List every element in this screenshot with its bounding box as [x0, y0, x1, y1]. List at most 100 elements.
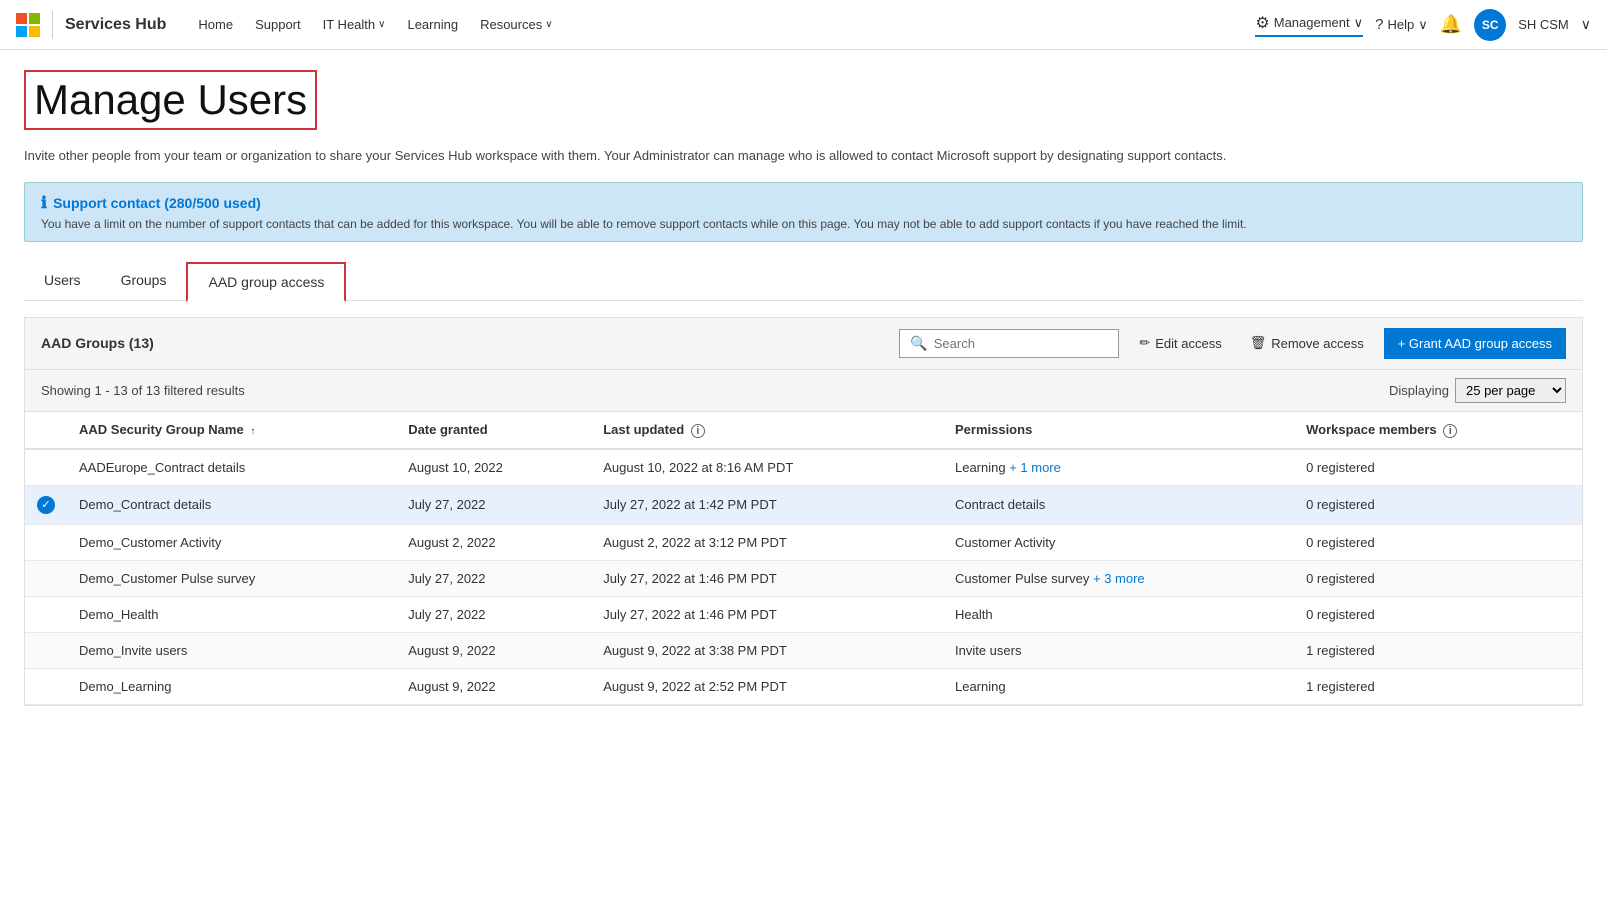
row-select-cell[interactable]: ✓ [25, 485, 67, 524]
last-updated-cell: August 9, 2022 at 2:52 PM PDT [591, 668, 943, 704]
table-row: ✓Demo_Contract detailsJuly 27, 2022July … [25, 485, 1582, 524]
logo-area: Services Hub [16, 11, 166, 39]
edit-access-button[interactable]: ✏ Edit access [1131, 331, 1229, 355]
col-last-updated: Last updated i [591, 412, 943, 449]
page-description: Invite other people from your team or or… [24, 146, 1583, 166]
nav-learning[interactable]: Learning [399, 13, 466, 36]
permissions-link[interactable]: + 3 more [1093, 571, 1145, 586]
main-content: Manage Users Invite other people from yo… [0, 50, 1607, 726]
last-updated-cell: August 2, 2022 at 3:12 PM PDT [591, 524, 943, 560]
tab-aad-group-access[interactable]: AAD group access [186, 262, 346, 302]
col-permissions: Permissions [943, 412, 1294, 449]
permissions-cell: Invite users [943, 632, 1294, 668]
aad-groups-table: AAD Security Group Name ↑ Date granted L… [25, 412, 1582, 705]
selected-checkbox[interactable]: ✓ [37, 496, 55, 514]
ithealth-chevron: ∨ [378, 19, 385, 30]
table-row: Demo_Customer ActivityAugust 2, 2022Augu… [25, 524, 1582, 560]
nav-support[interactable]: Support [247, 13, 309, 36]
user-chevron: ∨ [1581, 16, 1591, 33]
help-icon: ? [1375, 16, 1383, 33]
microsoft-logo [16, 13, 40, 37]
toolbar: AAD Groups (13) 🔍 ✏ Edit access 🗑 Remove… [24, 317, 1583, 369]
support-banner-text: You have a limit on the number of suppor… [41, 217, 1566, 231]
info-circle-icon: ℹ [41, 193, 47, 213]
workspace-members-info-icon[interactable]: i [1443, 424, 1457, 438]
username: SH CSM [1518, 17, 1569, 32]
management-label: Management [1274, 15, 1350, 30]
last-updated-info-icon[interactable]: i [691, 424, 705, 438]
grant-aad-group-access-button[interactable]: + Grant AAD group access [1384, 328, 1566, 359]
group-name-cell: AADEurope_Contract details [67, 449, 396, 486]
help-label: Help [1388, 17, 1415, 32]
search-box[interactable]: 🔍 [899, 329, 1119, 358]
last-updated-cell: July 27, 2022 at 1:46 PM PDT [591, 596, 943, 632]
results-bar-right: Displaying 25 per page 50 per page 100 p… [1389, 378, 1566, 403]
page-title: Manage Users [34, 76, 307, 124]
table-header-row: AAD Security Group Name ↑ Date granted L… [25, 412, 1582, 449]
group-name-cell: Demo_Invite users [67, 632, 396, 668]
group-name-cell: Demo_Customer Activity [67, 524, 396, 560]
avatar-initials: SC [1482, 18, 1499, 32]
sort-asc-icon: ↑ [250, 426, 255, 437]
date-granted-cell: August 10, 2022 [396, 449, 591, 486]
table-row: Demo_Customer Pulse surveyJuly 27, 2022J… [25, 560, 1582, 596]
workspace-members-cell: 0 registered [1294, 596, 1582, 632]
permissions-cell: Learning [943, 668, 1294, 704]
header-right: ⚙ Management ∨ ? Help ∨ 🔔 SC SH CSM ∨ [1255, 9, 1591, 41]
date-granted-cell: July 27, 2022 [396, 485, 591, 524]
nav-resources[interactable]: Resources ∨ [472, 13, 560, 36]
brand-name: Services Hub [65, 16, 166, 34]
date-granted-cell: August 9, 2022 [396, 632, 591, 668]
date-granted-cell: August 2, 2022 [396, 524, 591, 560]
workspace-members-cell: 0 registered [1294, 449, 1582, 486]
nav-ithealth[interactable]: IT Health ∨ [315, 13, 394, 36]
select-all-column [25, 412, 67, 449]
avatar[interactable]: SC [1474, 9, 1506, 41]
remove-access-button[interactable]: 🗑 Remove access [1242, 331, 1372, 355]
nav-home[interactable]: Home [190, 13, 241, 36]
header: Services Hub Home Support IT Health ∨ Le… [0, 0, 1607, 50]
permissions-cell: Health [943, 596, 1294, 632]
resources-chevron: ∨ [545, 19, 552, 30]
permissions-cell: Customer Pulse survey + 3 more [943, 560, 1294, 596]
row-select-cell[interactable] [25, 560, 67, 596]
last-updated-cell: July 27, 2022 at 1:46 PM PDT [591, 560, 943, 596]
permissions-link[interactable]: + 1 more [1009, 460, 1061, 475]
row-select-cell[interactable] [25, 632, 67, 668]
permissions-cell: Contract details [943, 485, 1294, 524]
table-row: Demo_HealthJuly 27, 2022July 27, 2022 at… [25, 596, 1582, 632]
gear-icon: ⚙ [1255, 13, 1269, 33]
notifications-icon[interactable]: 🔔 [1440, 14, 1462, 35]
help-menu[interactable]: ? Help ∨ [1375, 16, 1428, 33]
edit-icon: ✏ [1139, 335, 1150, 351]
page-title-box: Manage Users [24, 70, 317, 130]
table-row: Demo_Invite usersAugust 9, 2022August 9,… [25, 632, 1582, 668]
group-count: AAD Groups (13) [41, 335, 887, 351]
row-select-cell[interactable] [25, 524, 67, 560]
search-input[interactable] [934, 336, 1109, 351]
date-granted-cell: July 27, 2022 [396, 596, 591, 632]
support-banner: ℹ Support contact (280/500 used) You hav… [24, 182, 1583, 242]
row-select-cell[interactable] [25, 668, 67, 704]
per-page-select[interactable]: 25 per page 50 per page 100 per page [1455, 378, 1566, 403]
group-name-cell: Demo_Learning [67, 668, 396, 704]
tab-groups[interactable]: Groups [101, 262, 187, 300]
last-updated-cell: August 10, 2022 at 8:16 AM PDT [591, 449, 943, 486]
group-name-cell: Demo_Health [67, 596, 396, 632]
results-summary: Showing 1 - 13 of 13 filtered results [41, 383, 245, 398]
management-chevron: ∨ [1354, 15, 1364, 31]
trash-icon: 🗑 [1250, 335, 1267, 351]
row-select-cell[interactable] [25, 449, 67, 486]
workspace-members-cell: 1 registered [1294, 668, 1582, 704]
last-updated-cell: August 9, 2022 at 3:38 PM PDT [591, 632, 943, 668]
row-select-cell[interactable] [25, 596, 67, 632]
tab-users[interactable]: Users [24, 262, 101, 300]
support-banner-title: ℹ Support contact (280/500 used) [41, 193, 1566, 213]
main-nav: Home Support IT Health ∨ Learning Resour… [190, 13, 1243, 36]
management-menu[interactable]: ⚙ Management ∨ [1255, 13, 1363, 37]
group-name-cell: Demo_Customer Pulse survey [67, 560, 396, 596]
displaying-label: Displaying [1389, 383, 1449, 398]
col-group-name[interactable]: AAD Security Group Name ↑ [67, 412, 396, 449]
permissions-cell: Learning + 1 more [943, 449, 1294, 486]
date-granted-cell: August 9, 2022 [396, 668, 591, 704]
